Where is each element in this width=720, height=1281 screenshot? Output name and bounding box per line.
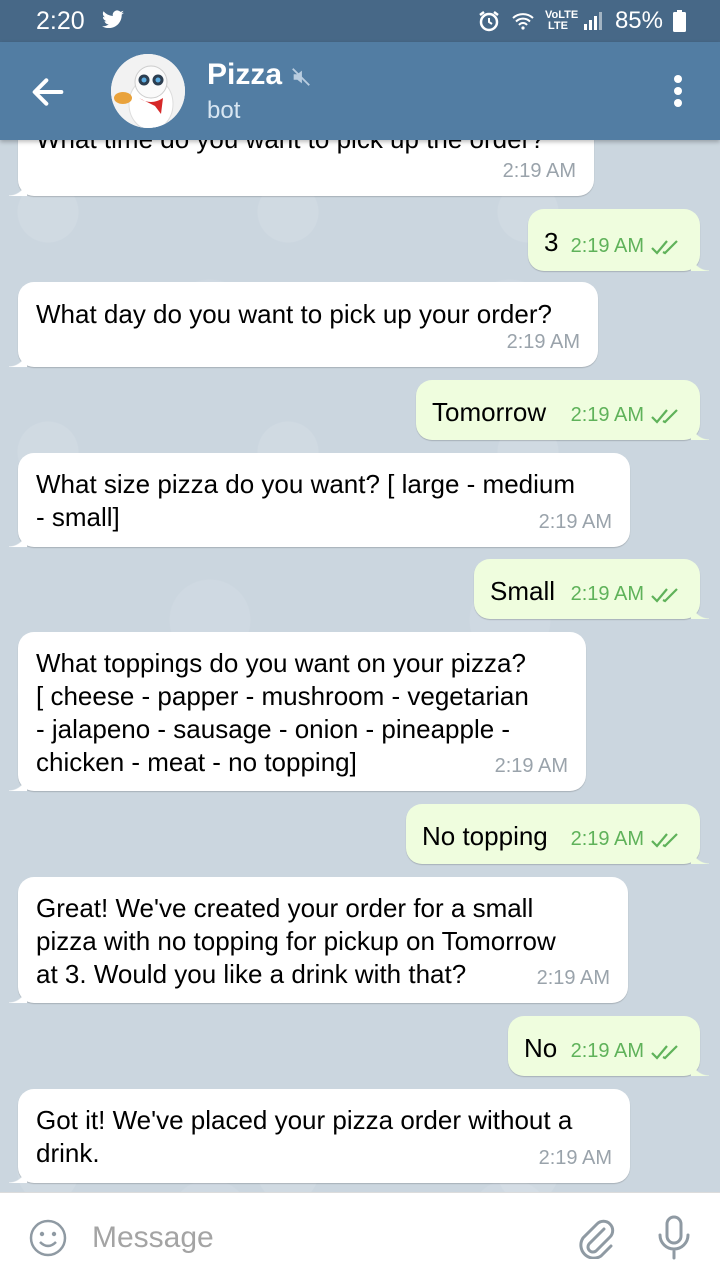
message-text: Great! We've created your order for a sm… [36, 893, 556, 989]
message-text: What toppings do you want on your pizza?… [36, 648, 529, 777]
message-outgoing[interactable]: Tomorrow 2:19 AM [416, 380, 709, 440]
message-time: 2:19 AM [570, 828, 644, 850]
emoji-icon[interactable] [28, 1218, 68, 1258]
message-input-bar: Message [0, 1192, 720, 1281]
message-time: 2:19 AM [502, 160, 576, 182]
read-checkmarks-icon [651, 587, 678, 603]
message-time: 2:19 AM [570, 404, 644, 426]
message-time: 2:19 AM [570, 235, 644, 257]
signal-icon [583, 12, 602, 30]
message-text: Tomorrow [432, 397, 547, 427]
message-time: 2:19 AM [570, 1040, 644, 1062]
muted-speaker-icon [292, 68, 310, 86]
message-time: 2:19 AM [494, 755, 568, 777]
message-incoming[interactable]: What toppings do you want on your pizza?… [9, 632, 586, 791]
message-incoming[interactable]: What size pizza do you want? [ large - m… [9, 453, 630, 547]
message-text: No [524, 1033, 558, 1063]
status-bar: 2:20 VoLTE LTE 85% [0, 0, 720, 42]
message-outgoing[interactable]: 3 2:19 AM [528, 209, 709, 271]
read-checkmarks-icon [651, 832, 678, 848]
message-text: What time do you want to pick up the ord… [36, 140, 545, 156]
message-text: Got it! We've placed your pizza order wi… [36, 1105, 573, 1168]
message-outgoing[interactable]: No topping 2:19 AM [406, 804, 709, 864]
message-incoming[interactable]: Got it! We've placed your pizza order wi… [9, 1089, 630, 1183]
battery-icon [673, 10, 686, 32]
message-time: 2:19 AM [536, 967, 610, 989]
message-text: What day do you want to pick up your ord… [36, 299, 552, 329]
chat-title[interactable]: Pizza [207, 58, 282, 92]
bot-avatar[interactable] [111, 54, 185, 128]
message-text: No topping [422, 821, 548, 851]
more-options-icon[interactable] [664, 70, 692, 112]
message-incoming[interactable]: What time do you want to pick up the ord… [9, 140, 594, 196]
attach-paperclip-icon[interactable] [574, 1215, 616, 1259]
status-time: 2:20 [36, 7, 85, 35]
twitter-icon [102, 10, 124, 29]
message-time: 2:19 AM [538, 1147, 612, 1169]
message-text: 3 [544, 227, 559, 257]
read-checkmarks-icon [651, 239, 678, 255]
message-time: 2:19 AM [570, 583, 644, 605]
chat-header: Pizza bot [0, 42, 720, 140]
message-incoming[interactable]: What day do you want to pick up your ord… [9, 282, 598, 367]
read-checkmarks-icon [651, 408, 678, 424]
alarm-icon [479, 11, 499, 32]
wifi-icon [512, 13, 534, 30]
message-input[interactable]: Message [92, 1221, 214, 1255]
battery-percent: 85% [614, 7, 663, 34]
chef-avatar-icon [111, 54, 185, 128]
message-outgoing[interactable]: Small 2:19 AM [474, 559, 709, 619]
read-checkmarks-icon [651, 1044, 678, 1060]
message-text: What size pizza do you want? [ large - m… [36, 469, 576, 532]
message-text: Small [490, 576, 556, 606]
network-label: VoLTE LTE [544, 9, 579, 32]
microphone-icon[interactable] [656, 1215, 692, 1261]
message-time: 2:19 AM [506, 331, 580, 353]
message-list[interactable]: What time do you want to pick up the ord… [0, 140, 720, 1192]
chat-subtitle: bot [207, 97, 241, 124]
message-time: 2:19 AM [538, 511, 612, 533]
status-icons: VoLTE LTE 85% [477, 7, 686, 35]
message-incoming[interactable]: Great! We've created your order for a sm… [9, 877, 628, 1003]
message-outgoing[interactable]: No 2:19 AM [508, 1016, 709, 1076]
back-arrow-icon[interactable] [28, 72, 68, 112]
